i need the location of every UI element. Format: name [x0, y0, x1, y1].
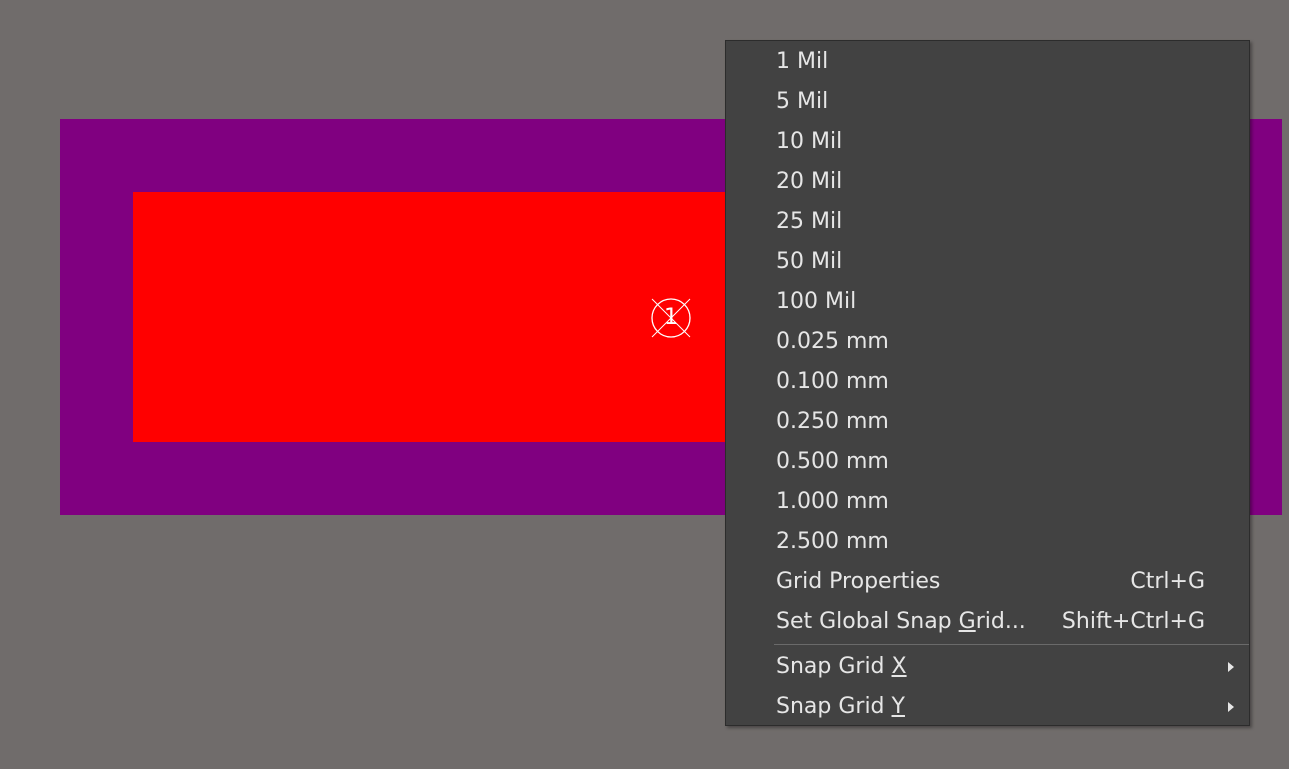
menu-item-set-global-snap-grid[interactable]: Set Global Snap Grid... Shift+Ctrl+G: [726, 602, 1249, 642]
menu-item-label: Snap Grid X: [776, 647, 907, 687]
menu-item-10-mil[interactable]: 10 Mil: [726, 122, 1249, 162]
menu-item-label: Set Global Snap Grid...: [776, 602, 1026, 642]
label-text: Snap Grid: [776, 654, 892, 679]
accelerator-key: X: [891, 654, 907, 679]
menu-item-snap-grid-y[interactable]: Snap Grid Y: [726, 687, 1249, 727]
accelerator-key: Y: [891, 694, 905, 719]
grid-context-menu: 1 Mil 5 Mil 10 Mil 20 Mil 25 Mil 50 Mil …: [725, 40, 1250, 726]
menu-item-label: Snap Grid Y: [776, 687, 905, 727]
menu-item-0-250-mm[interactable]: 0.250 mm: [726, 402, 1249, 442]
menu-item-label: 0.500 mm: [776, 449, 889, 474]
pad-designator-marker: 1: [649, 296, 693, 340]
label-text: Set Global Snap: [776, 609, 959, 634]
label-text: rid...: [975, 609, 1026, 634]
menu-item-20-mil[interactable]: 20 Mil: [726, 162, 1249, 202]
menu-item-label: 10 Mil: [776, 129, 843, 154]
pad-number: 1: [664, 305, 678, 330]
menu-item-5-mil[interactable]: 5 Mil: [726, 82, 1249, 122]
menu-item-label: 50 Mil: [776, 249, 843, 274]
menu-item-0-500-mm[interactable]: 0.500 mm: [726, 442, 1249, 482]
menu-item-snap-grid-x[interactable]: Snap Grid X: [726, 647, 1249, 687]
menu-item-shortcut: Ctrl+G: [1130, 569, 1205, 594]
label-text: Snap Grid: [776, 694, 892, 719]
menu-item-1-000-mm[interactable]: 1.000 mm: [726, 482, 1249, 522]
menu-item-label: 5 Mil: [776, 89, 829, 114]
menu-item-0-025-mm[interactable]: 0.025 mm: [726, 322, 1249, 362]
menu-item-25-mil[interactable]: 25 Mil: [726, 202, 1249, 242]
menu-item-label: 0.250 mm: [776, 409, 889, 434]
menu-item-2-500-mm[interactable]: 2.500 mm: [726, 522, 1249, 562]
menu-item-1-mil[interactable]: 1 Mil: [726, 42, 1249, 82]
menu-item-label: Grid Properties: [776, 569, 941, 594]
menu-item-shortcut: Shift+Ctrl+G: [1061, 609, 1205, 634]
accelerator-key: G: [958, 609, 976, 634]
menu-item-label: 100 Mil: [776, 289, 857, 314]
menu-separator: [774, 644, 1249, 645]
menu-item-label: 25 Mil: [776, 209, 843, 234]
menu-item-grid-properties[interactable]: Grid Properties Ctrl+G: [726, 562, 1249, 602]
menu-item-0-100-mm[interactable]: 0.100 mm: [726, 362, 1249, 402]
menu-item-label: 1 Mil: [776, 49, 829, 74]
menu-item-label: 0.100 mm: [776, 369, 889, 394]
menu-item-label: 0.025 mm: [776, 329, 889, 354]
menu-item-50-mil[interactable]: 50 Mil: [726, 242, 1249, 282]
menu-item-label: 20 Mil: [776, 169, 843, 194]
menu-item-100-mil[interactable]: 100 Mil: [726, 282, 1249, 322]
menu-item-label: 1.000 mm: [776, 489, 889, 514]
submenu-arrow-icon: [1228, 662, 1234, 672]
menu-item-label: 2.500 mm: [776, 529, 889, 554]
submenu-arrow-icon: [1228, 702, 1234, 712]
